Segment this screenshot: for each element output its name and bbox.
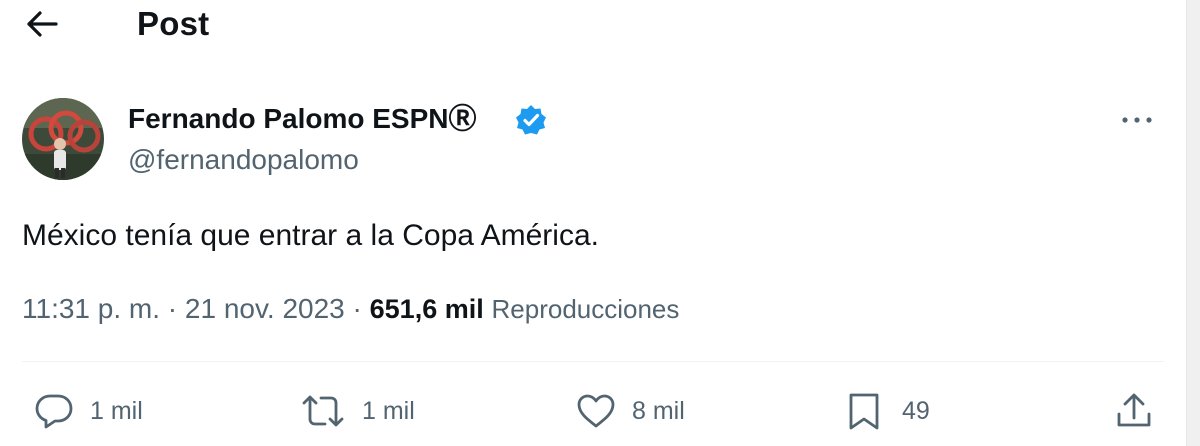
share-icon (1114, 392, 1154, 430)
views-count: 651,6 mil (369, 294, 484, 324)
more-horizontal-icon (1120, 116, 1154, 124)
avatar[interactable] (22, 98, 104, 180)
repost-button[interactable]: 1 mil (300, 388, 415, 434)
post-detail-view: Post Fernando Palomo ESPNⓇ @fernandopalo… (0, 0, 1200, 446)
arrow-left-icon (25, 9, 59, 39)
verified-badge-icon (514, 103, 548, 137)
repost-icon (300, 393, 346, 429)
views-label: Reproducciones (491, 294, 680, 324)
reply-button[interactable]: 1 mil (34, 388, 143, 434)
back-button[interactable] (22, 4, 62, 44)
meta-separator: · (344, 293, 370, 324)
reply-count: 1 mil (90, 397, 143, 425)
post-metadata: 11:31 p. m. · 21 nov. 2023 · 651,6 mil R… (22, 291, 679, 327)
meta-separator: · (160, 293, 185, 324)
scrollbar[interactable] (1186, 0, 1200, 446)
post-time[interactable]: 11:31 p. m. (22, 293, 160, 324)
like-button[interactable]: 8 mil (576, 388, 685, 434)
reply-icon (34, 393, 74, 429)
bookmark-count: 49 (902, 397, 930, 425)
share-button[interactable] (1114, 388, 1154, 434)
bookmark-button[interactable]: 49 (846, 388, 930, 434)
top-bar: Post (0, 0, 1186, 52)
post-date[interactable]: 21 nov. 2023 (185, 293, 345, 324)
divider (22, 361, 1164, 362)
repost-count: 1 mil (362, 397, 415, 425)
bookmark-icon (846, 391, 882, 431)
author-name[interactable]: Fernando Palomo ESPNⓇ (128, 101, 477, 137)
page-title: Post (137, 5, 210, 42)
more-options-button[interactable] (1116, 100, 1158, 140)
heart-icon (576, 393, 616, 429)
action-bar: 1 mil 1 mil 8 mil 49 (0, 388, 1186, 434)
post-text: México tenía que entrar a la Copa Améric… (22, 219, 599, 252)
author-handle[interactable]: @fernandopalomo (128, 142, 359, 178)
like-count: 8 mil (632, 397, 685, 425)
